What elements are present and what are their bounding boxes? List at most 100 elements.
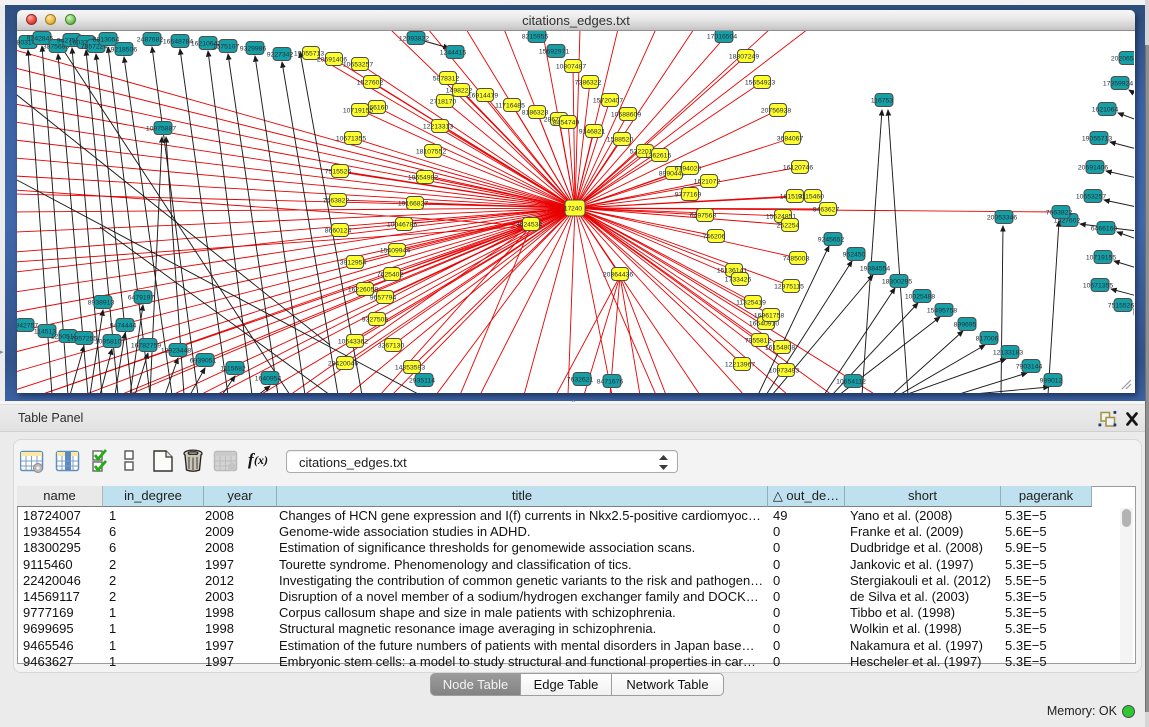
svg-text:17359924: 17359924 (1103, 81, 1133, 88)
svg-text:989012: 989012 (1040, 378, 1063, 385)
svg-text:(x): (x) (254, 453, 268, 467)
svg-text:8938913: 8938913 (88, 300, 115, 307)
svg-text:10046786: 10046786 (387, 222, 417, 229)
svg-text:7386322: 7386322 (575, 80, 602, 87)
svg-text:11716485: 11716485 (495, 103, 525, 110)
svg-text:3267130: 3267130 (378, 343, 405, 350)
svg-text:15409944: 15409944 (380, 248, 410, 255)
svg-text:10671355: 10671355 (1083, 283, 1113, 290)
svg-text:6497568: 6497568 (690, 213, 717, 220)
svg-text:9657794: 9657794 (370, 295, 397, 302)
svg-text:7625402: 7625402 (377, 272, 404, 279)
svg-text:7515526: 7515526 (1108, 303, 1135, 310)
svg-text:7663822: 7663822 (1046, 210, 1073, 217)
svg-text:6794028: 6794028 (675, 166, 702, 173)
svg-text:12213313: 12213313 (423, 124, 453, 131)
svg-text:116753: 116753 (871, 98, 893, 105)
svg-text:7485003: 7485003 (783, 256, 810, 263)
svg-text:252254: 252254 (777, 223, 800, 230)
svg-text:9329986: 9329986 (240, 46, 267, 53)
svg-text:16914479: 16914479 (468, 93, 498, 100)
svg-text:1115682: 1115682 (220, 366, 246, 373)
svg-text:19166827: 19166827 (398, 201, 428, 208)
svg-text:23420046: 23420046 (328, 361, 358, 368)
svg-text:9463627: 9463627 (813, 207, 840, 214)
svg-text:8215955: 8215955 (522, 34, 549, 41)
svg-text:7632621: 7632621 (567, 377, 594, 384)
svg-text:10654112: 10654112 (836, 379, 866, 386)
svg-text:9245652: 9245652 (818, 237, 845, 244)
svg-text:19384554: 19384554 (860, 266, 890, 273)
svg-text:12133183: 12133183 (993, 350, 1023, 357)
svg-text:10671355: 10671355 (336, 136, 366, 143)
svg-text:1733426: 1733426 (725, 277, 752, 284)
svg-text:2718170: 2718170 (430, 99, 457, 106)
svg-text:15495758: 15495758 (927, 308, 957, 315)
svg-text:1588520: 1588520 (607, 137, 634, 144)
svg-text:20756928: 20756928 (761, 108, 791, 115)
svg-text:10653257: 10653257 (1076, 194, 1106, 201)
svg-text:16154808: 16154808 (765, 345, 795, 352)
svg-text:12923448: 12923448 (161, 348, 191, 355)
svg-text:10688609: 10688609 (611, 112, 641, 119)
svg-text:1575107: 1575107 (213, 44, 240, 51)
svg-text:9146821: 9146821 (579, 129, 606, 136)
svg-text:6479197: 6479197 (128, 295, 155, 302)
svg-text:10719155: 10719155 (343, 108, 373, 115)
svg-text:19654982: 19654982 (408, 175, 438, 182)
svg-text:16226058: 16226058 (348, 287, 378, 294)
svg-text:6939051: 6939051 (190, 358, 217, 365)
svg-text:1527602: 1527602 (357, 80, 384, 87)
svg-text:19218506: 19218506 (107, 47, 137, 54)
svg-text:10653257: 10653257 (343, 62, 373, 69)
svg-text:1621064: 1621064 (1092, 107, 1119, 114)
svg-text:19055713: 19055713 (1082, 136, 1112, 143)
svg-text:18107552: 18107552 (416, 149, 446, 156)
svg-text:20053346: 20053346 (987, 215, 1017, 222)
svg-text:8454749: 8454749 (553, 120, 580, 127)
svg-text:16782759: 16782759 (131, 343, 161, 350)
svg-text:10543362: 10543362 (338, 339, 368, 346)
svg-text:16648784: 16648784 (163, 39, 193, 46)
svg-text:16961758: 16961758 (754, 313, 784, 320)
svg-text:3684067: 3684067 (777, 136, 804, 143)
svg-text:20364436: 20364436 (603, 272, 633, 279)
svg-text:10719155: 10719155 (1086, 255, 1116, 262)
svg-text:1244415: 1244415 (440, 50, 467, 57)
svg-text:8186328: 8186328 (522, 110, 549, 117)
svg-text:7903144: 7903144 (1016, 364, 1043, 371)
svg-text:899695: 899695 (954, 322, 977, 329)
svg-text:962450: 962450 (843, 252, 866, 259)
svg-text:10973493: 10973493 (769, 368, 799, 375)
svg-text:8813054: 8813054 (93, 37, 120, 44)
svg-text:9777169: 9777169 (675, 192, 702, 199)
svg-text:1362615: 1362615 (645, 153, 672, 160)
svg-text:8471676: 8471676 (597, 379, 624, 386)
svg-text:12093822: 12093822 (399, 36, 429, 43)
svg-text:10025488: 10025488 (905, 294, 935, 301)
svg-text:9327505: 9327505 (362, 317, 389, 324)
svg-text:5878312: 5878312 (433, 76, 460, 83)
svg-text:7663822: 7663822 (323, 198, 350, 205)
svg-text:16120746: 16120746 (783, 165, 813, 172)
svg-text:10975887: 10975887 (146, 126, 176, 133)
svg-text:12213967: 12213967 (725, 362, 755, 369)
svg-text:14353593: 14353593 (395, 365, 425, 372)
svg-text:7955812: 7955812 (745, 338, 772, 345)
svg-text:8660124: 8660124 (325, 228, 352, 235)
svg-text:10807487: 10807487 (556, 64, 586, 71)
svg-text:7515526: 7515526 (325, 169, 352, 176)
svg-text:817006: 817006 (976, 336, 999, 343)
svg-text:1640954: 1640954 (255, 376, 282, 383)
svg-text:9227342: 9227342 (267, 52, 294, 59)
svg-text:15692971: 15692971 (539, 49, 569, 56)
svg-text:9474444: 9474444 (110, 323, 137, 330)
svg-text:20206576: 20206576 (1111, 56, 1141, 63)
svg-text:20691406: 20691406 (1078, 165, 1108, 172)
svg-text:3624534: 3624534 (516, 222, 543, 229)
svg-text:10958107: 10958107 (95, 339, 125, 346)
svg-text:3912954: 3912954 (340, 260, 367, 267)
svg-text:9115460: 9115460 (798, 194, 824, 201)
svg-text:2935114: 2935114 (409, 378, 435, 385)
svg-text:15720407: 15720407 (593, 98, 623, 105)
